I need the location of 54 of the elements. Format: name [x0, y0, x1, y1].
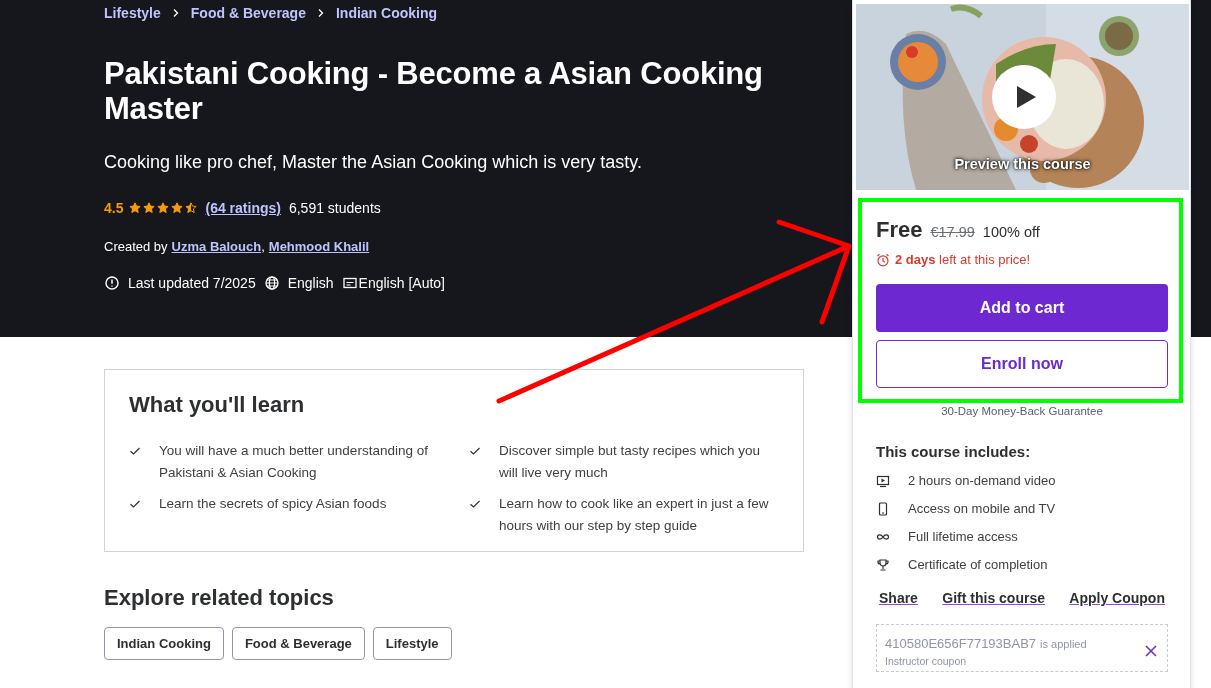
includes-heading: This course includes:: [876, 443, 1032, 460]
discount-text: 100% off: [982, 224, 1040, 240]
coupon-code: 410580E656F77193BAB7: [885, 635, 1037, 651]
video-icon: [876, 473, 890, 488]
current-price: Free: [876, 217, 923, 243]
check-icon: [469, 498, 481, 510]
meta-text: English: [287, 275, 334, 291]
separator-text: ,: [261, 239, 265, 254]
course-subtitle: Cooking like pro chef, Master the Asian Cooking which is very tasty.: [104, 152, 643, 173]
card-link[interactable]: Gift this course: [942, 590, 1045, 606]
breadcrumb-link[interactable]: Lifestyle: [104, 5, 161, 21]
guarantee-text: 30-Day Money-Back Guarantee: [940, 405, 1104, 417]
card-link[interactable]: Share: [879, 590, 918, 606]
coupon-type: Instructor coupon: [885, 654, 968, 667]
remove-coupon-button[interactable]: [1143, 643, 1159, 659]
captions-icon: [341, 275, 358, 291]
phone-icon: [876, 501, 890, 516]
section-heading: What you'll learn: [129, 392, 306, 418]
created-by-label: Created by: [104, 239, 168, 254]
student-count: 6,591 students: [288, 200, 381, 216]
author-link[interactable]: Mehmood Khalil: [268, 239, 370, 254]
meta-text: English [Auto]: [358, 275, 445, 291]
learn-text: Learn the secrets of spicy Asian foods: [159, 495, 387, 513]
trophy-icon: [876, 557, 890, 572]
check-icon: [469, 445, 481, 457]
topic-button[interactable]: Food & Beverage: [231, 627, 365, 660]
breadcrumb-link[interactable]: Food & Beverage: [190, 5, 306, 21]
learn-text: Discover simple but tasty recipes which you will live very much: [499, 442, 762, 482]
alarm-clock-icon: [876, 252, 890, 267]
enroll-button[interactable]: Enroll now: [876, 340, 1168, 388]
ratings-link[interactable]: (64 ratings): [205, 200, 281, 216]
check-icon: [129, 498, 141, 510]
close-icon: [1145, 645, 1157, 657]
topic-button[interactable]: Lifestyle: [372, 627, 452, 660]
add-to-cart-button[interactable]: Add to cart: [876, 284, 1168, 332]
meta-text: Last updated 7/2025: [128, 275, 256, 291]
section-heading: Explore related topics: [104, 585, 335, 611]
check-icon: [129, 445, 141, 457]
include-text: 2 hours on-demand video: [908, 473, 1056, 488]
original-price: €17.99: [930, 224, 975, 240]
globe-icon: [263, 275, 280, 291]
course-title: Pakistani Cooking - Become a Asian Cooking Master: [104, 56, 764, 126]
coupon-status: is applied: [1040, 637, 1087, 650]
rating-score: 4.5: [104, 200, 124, 216]
deadline-text: 2 days left at this price!: [895, 252, 1031, 267]
card-link[interactable]: Apply Coupon: [1069, 590, 1165, 606]
breadcrumb-link[interactable]: Indian Cooking: [335, 5, 438, 21]
alert-circle-icon: [104, 275, 120, 291]
include-text: Access on mobile and TV: [908, 501, 1056, 516]
include-text: Full lifetime access: [908, 529, 1018, 544]
include-text: Certificate of completion: [908, 557, 1048, 572]
topic-button[interactable]: Indian Cooking: [104, 627, 224, 660]
learn-text: Learn how to cook like an expert in just a few hours with our step by step guide: [499, 495, 770, 535]
learn-text: You will have a much better understanding of Pakistani & Asian Cooking: [159, 442, 429, 482]
